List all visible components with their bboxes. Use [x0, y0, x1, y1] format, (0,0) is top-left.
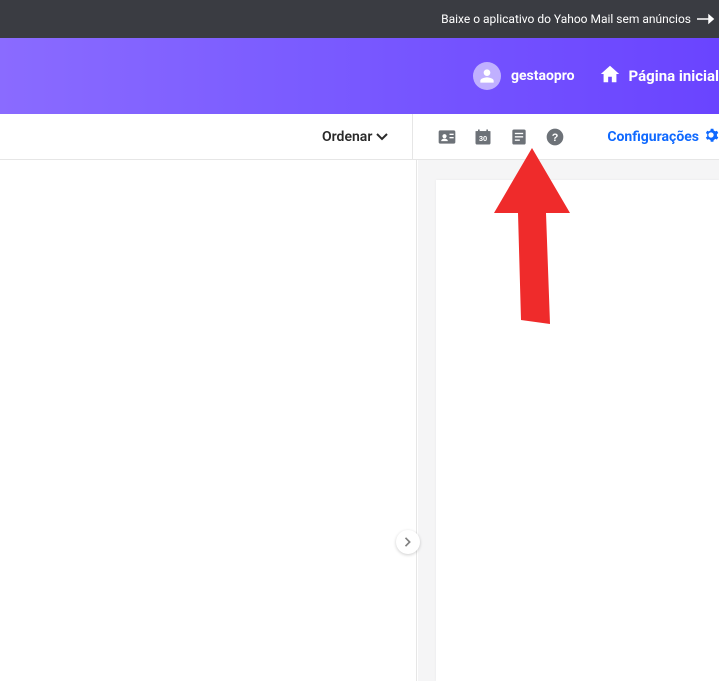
sort-button[interactable]: Ordenar [312, 123, 398, 151]
home-link[interactable]: Página inicial [599, 63, 719, 89]
main-header: gestaopro Página inicial [0, 38, 719, 114]
message-list-panel [0, 160, 417, 681]
notepad-icon[interactable] [509, 127, 529, 147]
reading-panel-page [436, 180, 719, 681]
settings-label: Configurações [607, 129, 699, 145]
toolbar: Ordenar 30 ? Configurações [0, 114, 719, 160]
home-icon [599, 63, 621, 89]
expand-panel-button[interactable] [396, 530, 420, 554]
svg-text:?: ? [552, 132, 559, 144]
sort-label: Ordenar [322, 129, 372, 145]
home-label: Página inicial [629, 67, 719, 85]
gear-icon [703, 127, 719, 147]
chevron-down-icon [376, 129, 388, 145]
content-area [0, 160, 719, 681]
user-icon [479, 68, 495, 84]
reading-panel [418, 160, 719, 681]
right-icon-row: 30 ? [413, 127, 579, 147]
calendar-icon[interactable]: 30 [473, 127, 493, 147]
top-promo-bar[interactable]: Baixe o aplicativo do Yahoo Mail sem anú… [0, 0, 719, 38]
arrow-right-icon [697, 12, 715, 26]
help-icon[interactable]: ? [545, 127, 565, 147]
username-label[interactable]: gestaopro [511, 68, 575, 84]
settings-link[interactable]: Configurações [607, 127, 719, 147]
avatar[interactable] [473, 62, 501, 90]
promo-text: Baixe o aplicativo do Yahoo Mail sem anú… [441, 12, 691, 26]
svg-text:30: 30 [479, 134, 487, 143]
contacts-icon[interactable] [437, 127, 457, 147]
